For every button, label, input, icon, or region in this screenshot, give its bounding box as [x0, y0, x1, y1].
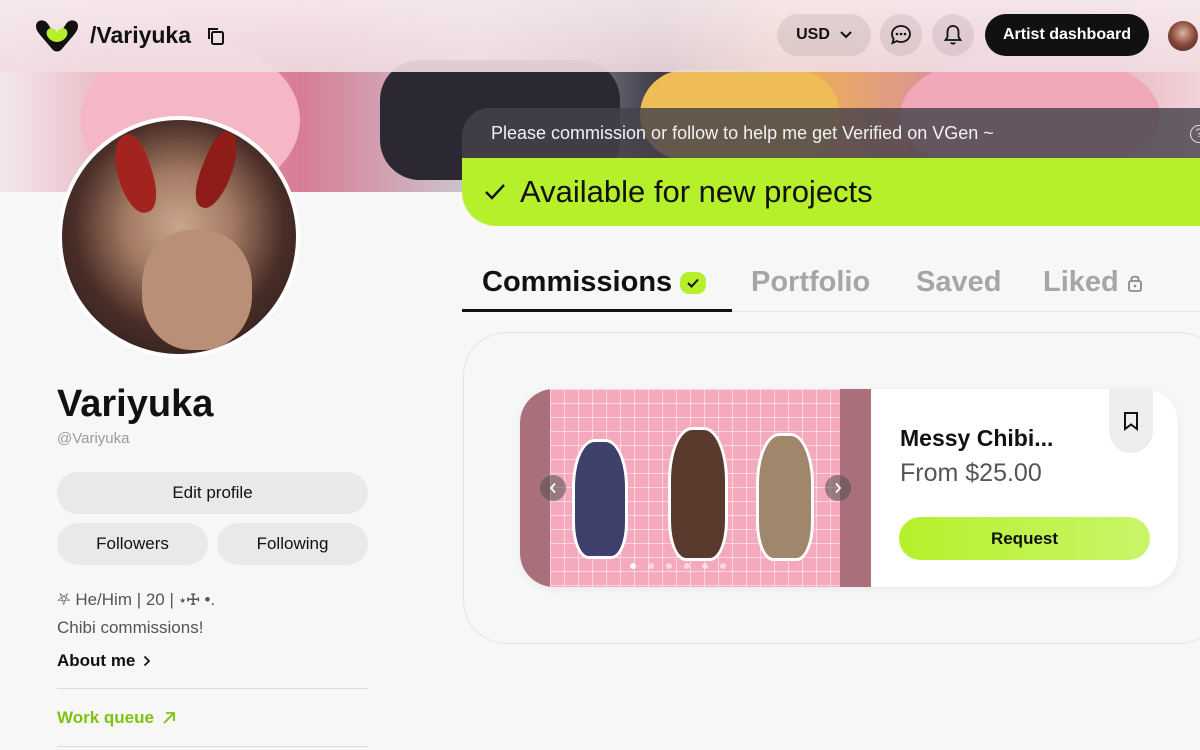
- currency-select[interactable]: USD: [777, 14, 871, 56]
- carousel-prev-button[interactable]: [540, 475, 566, 501]
- work-queue-label: Work queue: [57, 708, 154, 727]
- vgen-logo-icon[interactable]: [32, 16, 82, 54]
- tab-commissions[interactable]: Commissions: [482, 266, 707, 299]
- followers-button[interactable]: Followers: [57, 523, 208, 565]
- availability-text: Available for new projects: [520, 174, 873, 209]
- avatar-art: [106, 130, 164, 218]
- profile-bio-line: Chibi commissions!: [57, 618, 204, 637]
- carousel-dot[interactable]: [720, 563, 726, 569]
- bookmark-button[interactable]: [1109, 389, 1153, 453]
- artist-dashboard-button[interactable]: Artist dashboard: [985, 14, 1149, 56]
- chevron-right-icon: [835, 482, 842, 494]
- profile-handle: /Variyuka: [90, 22, 192, 48]
- tab-label: Commissions: [482, 266, 673, 298]
- carousel-dot[interactable]: [648, 563, 654, 569]
- copy-icon[interactable]: [206, 26, 226, 46]
- tab-label: Saved: [916, 266, 1002, 298]
- user-avatar[interactable]: [1168, 21, 1198, 51]
- active-tab-indicator: [462, 309, 732, 312]
- work-queue-link[interactable]: Work queue: [57, 708, 176, 728]
- chat-bubble-icon: [891, 25, 911, 45]
- check-badge-icon: [680, 271, 707, 294]
- divider: [57, 746, 368, 747]
- carousel-dot[interactable]: [702, 563, 708, 569]
- check-icon: [485, 184, 505, 200]
- divider: [57, 688, 368, 689]
- about-me-label: About me: [57, 651, 136, 670]
- profile-name: Variyuka: [57, 383, 214, 425]
- chibi-figure: [572, 439, 628, 559]
- messages-button[interactable]: [880, 14, 922, 56]
- notifications-button[interactable]: [932, 14, 974, 56]
- tab-saved[interactable]: Saved: [916, 266, 1001, 299]
- following-button[interactable]: Following: [217, 523, 368, 565]
- currency-value: USD: [796, 26, 830, 43]
- tab-label: Liked: [1043, 266, 1119, 298]
- chibi-figure: [668, 427, 728, 561]
- carousel-dots: [630, 563, 726, 569]
- commission-image-carousel[interactable]: [520, 389, 871, 587]
- request-button[interactable]: Request: [899, 517, 1150, 560]
- notice-text: Please commission or follow to help me g…: [491, 123, 994, 143]
- bookmark-icon: [1124, 412, 1138, 431]
- carousel-dot[interactable]: [684, 563, 690, 569]
- tab-liked[interactable]: Liked: [1043, 266, 1143, 299]
- commission-image: [550, 389, 840, 587]
- carousel-next-button[interactable]: [825, 475, 851, 501]
- commission-card[interactable]: Messy Chibi... From $25.00 Request: [520, 389, 1178, 587]
- help-icon[interactable]: ?: [1190, 125, 1200, 143]
- edit-profile-button[interactable]: Edit profile: [57, 472, 368, 514]
- bell-icon: [943, 25, 963, 45]
- arrow-up-right-icon: [163, 712, 175, 724]
- profile-username: @Variyuka: [57, 430, 130, 447]
- commission-title: Messy Chibi...: [900, 425, 1054, 451]
- tab-portfolio[interactable]: Portfolio: [751, 266, 870, 299]
- chevron-right-icon: [144, 655, 151, 667]
- chibi-figure: [756, 433, 814, 561]
- verification-notice: Please commission or follow to help me g…: [462, 108, 1200, 162]
- avatar-art: [142, 230, 252, 350]
- profile-bio-line: ⛧ He/Him | 20 | ⋆☩ •.: [57, 590, 216, 609]
- availability-banner: Available for new projects: [462, 158, 1200, 226]
- lock-icon: [1127, 275, 1142, 292]
- avatar-art: [188, 127, 246, 213]
- chevron-down-icon: [840, 31, 852, 39]
- chevron-left-icon: [549, 482, 556, 494]
- commission-price: From $25.00: [900, 459, 1042, 487]
- carousel-dot[interactable]: [666, 563, 672, 569]
- profile-tabs: Commissions Portfolio Saved Liked: [462, 260, 1200, 312]
- tab-label: Portfolio: [751, 266, 871, 298]
- carousel-dot[interactable]: [630, 563, 636, 569]
- top-bar: /Variyuka USD Artist dashboard: [0, 0, 1200, 72]
- profile-avatar: [58, 116, 300, 358]
- about-me-link[interactable]: About me: [57, 651, 151, 671]
